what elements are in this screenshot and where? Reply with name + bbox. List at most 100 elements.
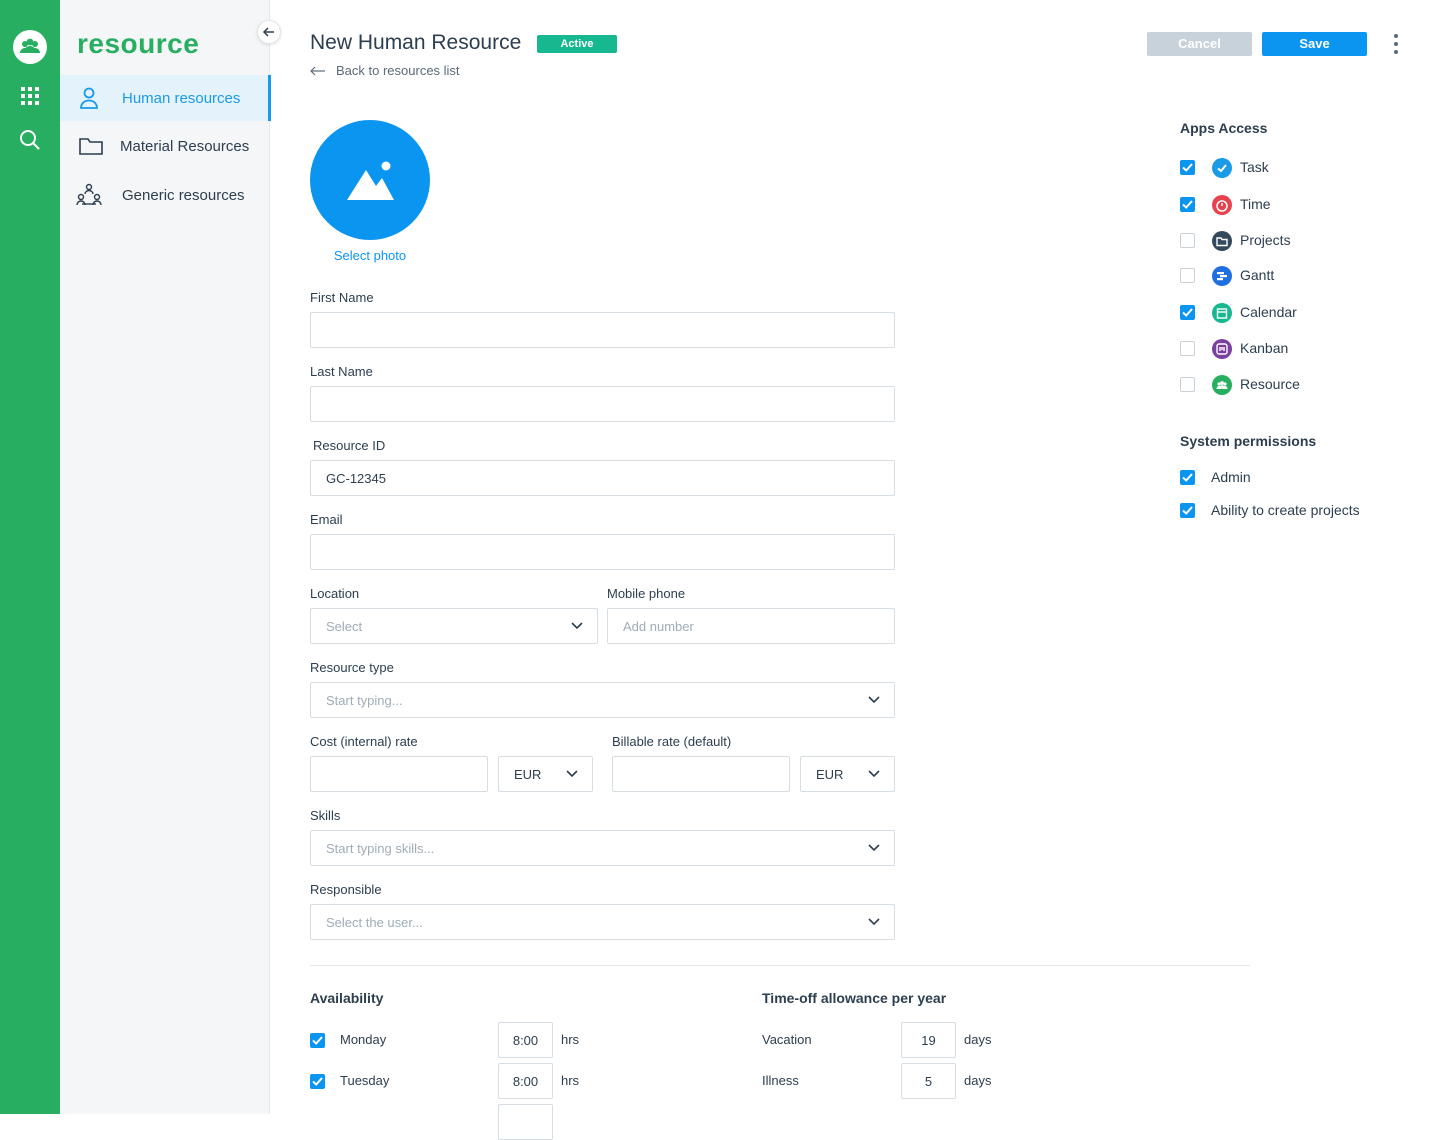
day-label: Tuesday xyxy=(340,1073,390,1088)
day-label: Monday xyxy=(340,1032,387,1047)
page-title: New Human Resource xyxy=(310,31,522,54)
chevron-down-icon xyxy=(566,770,578,778)
resource-app-logo-icon[interactable] xyxy=(13,30,47,64)
checkmark-icon xyxy=(312,1077,323,1086)
gantt-access-checkbox[interactable] xyxy=(1180,268,1195,283)
resource-access-checkbox[interactable] xyxy=(1180,377,1195,392)
group-icon xyxy=(76,183,102,207)
hours-field[interactable]: 8:00 xyxy=(498,1063,553,1099)
sidebar-item-label: Human resources xyxy=(122,89,241,107)
calendar-access-label: Calendar xyxy=(1240,304,1297,320)
resource-type-select[interactable]: Start typing... xyxy=(310,682,895,718)
time-app-icon xyxy=(1212,195,1232,215)
skills-placeholder: Start typing skills... xyxy=(326,840,435,856)
sidebar-item-label: Generic resources xyxy=(122,186,245,204)
time-access-label: Time xyxy=(1240,196,1271,212)
billable-rate-label: Billable rate (default) xyxy=(612,734,732,749)
folder-icon xyxy=(78,134,104,158)
arrow-left-icon xyxy=(310,66,325,75)
calendar-app-icon xyxy=(1212,303,1232,323)
select-photo-link[interactable]: Select photo xyxy=(310,248,430,263)
sidebar-item-generic-resources[interactable]: Generic resources xyxy=(60,172,271,218)
image-icon xyxy=(347,161,394,200)
resource-id-label: Resource ID xyxy=(313,438,386,453)
back-link[interactable]: Back to resources list xyxy=(310,63,460,78)
photo-placeholder[interactable] xyxy=(310,120,430,240)
status-badge: Active xyxy=(537,35,617,53)
billable-currency-select[interactable]: EUR xyxy=(800,756,895,792)
availability-title: Availability xyxy=(310,990,384,1006)
cost-currency-select[interactable]: EUR xyxy=(498,756,593,792)
task-app-icon xyxy=(1212,158,1232,178)
time-off-days-field[interactable]: 5 xyxy=(901,1063,956,1099)
gantt-access-label: Gantt xyxy=(1240,267,1275,283)
projects-app-icon xyxy=(1212,231,1232,251)
cost-rate-field[interactable] xyxy=(310,756,488,792)
sidebar-item-material-resources[interactable]: Material Resources xyxy=(60,123,271,169)
task-access-checkbox[interactable] xyxy=(1180,160,1195,175)
location-select[interactable]: Select xyxy=(310,608,598,644)
hours-unit: hrs xyxy=(561,1073,580,1088)
day-checkbox[interactable] xyxy=(310,1033,325,1048)
responsible-label: Responsible xyxy=(310,882,382,897)
calendar-access-checkbox[interactable] xyxy=(1180,305,1195,320)
first-name-field[interactable] xyxy=(310,312,895,348)
location-label: Location xyxy=(310,586,360,601)
resource-type-placeholder: Start typing... xyxy=(326,692,403,708)
cancel-button[interactable]: Cancel xyxy=(1147,32,1252,56)
kanban-access-checkbox[interactable] xyxy=(1180,341,1195,356)
sidebar-item-human-resources[interactable]: Human resources xyxy=(60,75,271,121)
chevron-down-icon xyxy=(571,622,583,630)
system-permissions-title: System permissions xyxy=(1180,433,1317,449)
last-name-field[interactable] xyxy=(310,386,895,422)
cost-currency-value: EUR xyxy=(514,766,542,782)
arrow-left-icon xyxy=(262,27,274,37)
resource-access-label: Resource xyxy=(1240,376,1300,392)
checkmark-icon xyxy=(312,1036,323,1045)
resource-id-field[interactable]: GC-12345 xyxy=(310,460,895,496)
resource-id-value: GC-12345 xyxy=(326,470,386,486)
chevron-down-icon xyxy=(868,918,880,926)
sidebar: resource Human resources Material Resour… xyxy=(60,0,281,1114)
save-button[interactable]: Save xyxy=(1262,32,1367,56)
permission-label: Ability to create projects xyxy=(1211,502,1360,518)
back-link-label: Back to resources list xyxy=(336,63,460,78)
app-grid-icon[interactable] xyxy=(21,87,39,105)
permission-checkbox[interactable] xyxy=(1180,470,1195,485)
resource-type-label: Resource type xyxy=(310,660,394,675)
projects-access-checkbox[interactable] xyxy=(1180,233,1195,248)
checkmark-icon xyxy=(1182,473,1193,482)
sidebar-item-label: Material Resources xyxy=(120,137,250,155)
hours-unit: hrs xyxy=(561,1032,580,1047)
checkmark-icon xyxy=(1182,163,1193,172)
email-label: Email xyxy=(310,512,343,527)
mobile-phone-field[interactable]: Add number xyxy=(607,608,895,644)
hours-field-partial[interactable] xyxy=(498,1104,553,1140)
more-options-icon[interactable] xyxy=(1389,33,1403,55)
collapse-sidebar-button[interactable] xyxy=(257,20,281,44)
hours-field[interactable]: 8:00 xyxy=(498,1022,553,1058)
days-unit: days xyxy=(964,1073,992,1088)
last-name-label: Last Name xyxy=(310,364,373,379)
mobile-phone-label: Mobile phone xyxy=(607,586,686,601)
kanban-access-label: Kanban xyxy=(1240,340,1289,356)
responsible-placeholder: Select the user... xyxy=(326,914,423,930)
time-off-label: Vacation xyxy=(762,1032,812,1047)
permission-checkbox[interactable] xyxy=(1180,503,1195,518)
mobile-phone-placeholder: Add number xyxy=(623,618,694,634)
time-off-label: Illness xyxy=(762,1073,799,1088)
search-icon[interactable] xyxy=(19,129,41,151)
billable-rate-field[interactable] xyxy=(612,756,790,792)
day-checkbox[interactable] xyxy=(310,1074,325,1089)
section-divider xyxy=(310,965,1250,966)
time-off-days-field[interactable]: 19 xyxy=(901,1022,956,1058)
skills-select[interactable]: Start typing skills... xyxy=(310,830,895,866)
days-unit: days xyxy=(964,1032,992,1047)
responsible-select[interactable]: Select the user... xyxy=(310,904,895,940)
chevron-down-icon xyxy=(868,770,880,778)
email-field[interactable] xyxy=(310,534,895,570)
task-access-label: Task xyxy=(1240,159,1269,175)
time-access-checkbox[interactable] xyxy=(1180,197,1195,212)
projects-access-label: Projects xyxy=(1240,232,1291,248)
person-icon xyxy=(76,86,102,110)
